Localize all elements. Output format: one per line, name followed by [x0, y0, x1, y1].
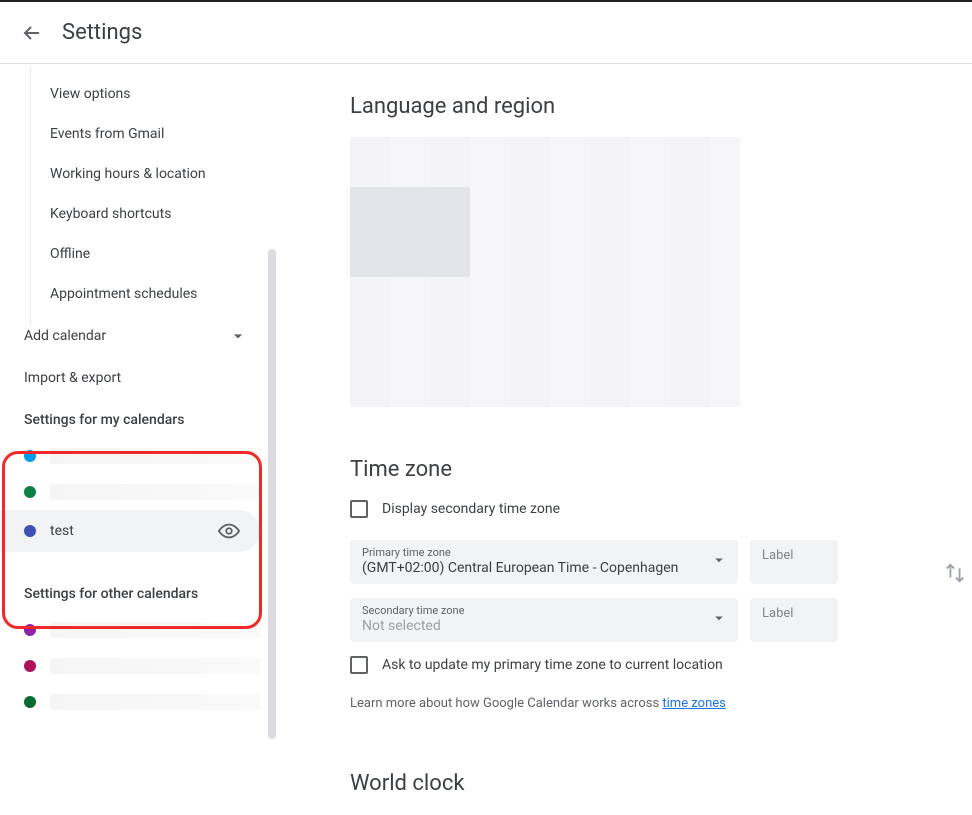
language-region-content-redacted [350, 137, 740, 407]
page-title: Settings [62, 20, 142, 45]
sidebar-item-keyboard-shortcuts[interactable]: Keyboard shortcuts [0, 194, 280, 234]
world-clock-title: World clock [350, 771, 942, 796]
other-calendar-item-2[interactable] [0, 648, 280, 684]
primary-tz-small-label: Primary time zone [362, 546, 726, 559]
sidebar-item-view-options[interactable]: View options [0, 74, 280, 114]
caret-down-icon [710, 609, 728, 631]
label-placeholder: Label [762, 548, 793, 563]
sidebar-item-appointment-schedules[interactable]: Appointment schedules [0, 274, 280, 314]
swap-timezones-icon[interactable] [944, 562, 966, 588]
other-calendar-item-1[interactable] [0, 612, 280, 648]
calendar-color-dot [24, 660, 36, 672]
secondary-tz-small-label: Secondary time zone [362, 604, 726, 617]
display-secondary-tz-label: Display secondary time zone [382, 501, 560, 517]
primary-tz-value: (GMT+02:00) Central European Time - Cope… [362, 560, 726, 576]
display-secondary-tz-row: Display secondary time zone [350, 500, 942, 518]
calendar-color-dot [24, 624, 36, 636]
calendar-label: test [50, 523, 204, 539]
chevron-down-icon [228, 326, 248, 346]
add-calendar-label: Add calendar [24, 328, 106, 344]
calendar-label-redacted [50, 658, 260, 674]
secondary-tz-value: Not selected [362, 618, 726, 634]
primary-timezone-select[interactable]: Primary time zone (GMT+02:00) Central Eu… [350, 540, 738, 584]
label-placeholder: Label [762, 606, 793, 621]
settings-header: Settings [0, 2, 972, 64]
calendar-label-redacted [50, 622, 260, 638]
calendar-label-redacted [50, 448, 260, 464]
settings-main: Language and region Time zone Display se… [280, 64, 972, 813]
calendar-color-dot [24, 525, 36, 537]
sidebar-item-offline[interactable]: Offline [0, 234, 280, 274]
my-calendar-item-1[interactable] [0, 438, 280, 474]
my-calendars-header: Settings for my calendars [0, 398, 280, 438]
timezone-title: Time zone [350, 457, 942, 482]
sidebar-item-events-from-gmail[interactable]: Events from Gmail [0, 114, 280, 154]
my-calendar-item-2[interactable] [0, 474, 280, 510]
visibility-icon[interactable] [218, 520, 240, 542]
learn-more-text: Learn more about how Google Calendar wor… [350, 696, 942, 711]
scrollbar-thumb[interactable] [268, 249, 276, 739]
ask-update-tz-checkbox[interactable] [350, 656, 368, 674]
calendar-color-dot [24, 450, 36, 462]
caret-down-icon [710, 551, 728, 573]
language-region-title: Language and region [350, 94, 942, 119]
calendar-label-redacted [50, 484, 260, 500]
secondary-timezone-select[interactable]: Secondary time zone Not selected [350, 598, 738, 642]
display-secondary-tz-checkbox[interactable] [350, 500, 368, 518]
sidebar-item-working-hours[interactable]: Working hours & location [0, 154, 280, 194]
ask-update-tz-label: Ask to update my primary time zone to cu… [382, 657, 723, 673]
time-zones-link[interactable]: time zones [662, 696, 725, 711]
other-calendars-header: Settings for other calendars [0, 572, 280, 612]
calendar-label-redacted [50, 694, 260, 710]
my-calendar-item-test[interactable]: test [0, 510, 260, 552]
learn-more-prefix: Learn more about how Google Calendar wor… [350, 696, 662, 711]
settings-sidebar: View options Events from Gmail Working h… [0, 64, 280, 813]
sidebar-item-import-export[interactable]: Import & export [0, 358, 280, 398]
other-calendar-item-3[interactable] [0, 684, 280, 720]
secondary-tz-label-input[interactable]: Label [750, 598, 838, 642]
calendar-color-dot [24, 486, 36, 498]
primary-tz-label-input[interactable]: Label [750, 540, 838, 584]
ask-update-tz-row: Ask to update my primary time zone to cu… [350, 656, 942, 674]
calendar-color-dot [24, 696, 36, 708]
sidebar-item-add-calendar[interactable]: Add calendar [0, 314, 280, 358]
back-arrow-icon[interactable] [20, 21, 44, 45]
